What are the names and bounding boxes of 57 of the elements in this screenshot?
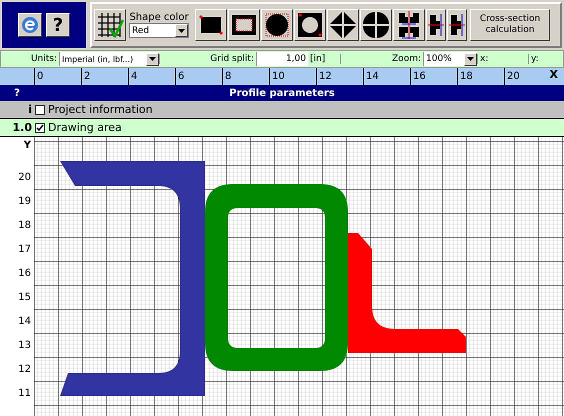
shape-color-label: Shape color (129, 12, 189, 23)
units-label: Units: (30, 54, 58, 64)
zoom-label: Zoom: (391, 54, 422, 64)
dropdown-arrow-icon (467, 57, 474, 61)
header-help-button[interactable]: ? (0, 88, 34, 98)
filled-circle-icon (265, 13, 289, 37)
panel-title: Profile parameters (228, 88, 336, 98)
section-index: i (27, 103, 32, 116)
circle-quadrants-icon (362, 11, 390, 39)
grid-unit-label: [in] (308, 54, 341, 64)
mirror-horizontal-button[interactable] (393, 9, 425, 41)
section-index: 1.0 (12, 121, 32, 134)
units-dropdown[interactable]: Imperial (in, lbf...) (59, 52, 159, 66)
cross-section-calculation-button[interactable]: Cross-section calculation (470, 9, 550, 41)
y-axis-title: Y (24, 138, 32, 152)
hollow-circle-tool-button[interactable] (294, 9, 326, 41)
y-axis-label: 13 (18, 338, 32, 352)
y-axis-label: 15 (18, 290, 32, 304)
dropdown-arrow-icon (178, 28, 185, 32)
mirror-vertical-button[interactable] (426, 9, 446, 41)
filled-rectangle-icon (199, 15, 223, 35)
rectangle-tool-button[interactable] (195, 9, 227, 41)
zoom-dropdown[interactable]: 100% (423, 52, 477, 66)
grid-button[interactable] (94, 9, 126, 41)
triangles-tool-button[interactable] (327, 9, 359, 41)
grid-split-field[interactable]: 1,00 (256, 52, 308, 66)
mirror-horizontal-icon (396, 11, 422, 39)
y-axis-label: 20 (18, 170, 32, 184)
globe-e-icon (21, 16, 39, 34)
y-axis-label: 18 (18, 218, 32, 232)
drawing-grid[interactable] (34, 137, 564, 416)
y-axis-label: 12 (18, 362, 32, 376)
shape-color-dropdown[interactable]: Red (129, 23, 189, 38)
y-coordinate-label: y: (528, 54, 563, 64)
triangles-icon (329, 11, 357, 39)
mirror-vertical-icon (449, 11, 465, 39)
section-checkbox[interactable] (35, 104, 45, 114)
y-axis-label: 17 (18, 242, 32, 256)
y-axis-label: 11 (18, 386, 32, 400)
mirror-vertical-icon (428, 11, 444, 39)
hollow-rectangle-tool-button[interactable] (228, 9, 260, 41)
hollow-rectangle-icon (231, 14, 257, 36)
y-axis-label: 19 (18, 194, 32, 208)
help-button[interactable]: ? (46, 13, 70, 37)
circle-tool-button[interactable] (261, 9, 293, 41)
grid-check-icon (96, 11, 124, 39)
section-label: Project information (48, 103, 153, 116)
dropdown-arrow-icon (149, 57, 156, 61)
quadrants-tool-button[interactable] (360, 9, 392, 41)
browser-button[interactable] (18, 13, 42, 37)
mirror-vertical-button[interactable] (447, 9, 467, 41)
x-coordinate-label: x: (477, 54, 528, 64)
close-button[interactable]: X (550, 68, 558, 81)
y-axis-label: 14 (18, 314, 32, 328)
y-axis-label: 16 (18, 266, 32, 280)
section-checkbox[interactable] (35, 122, 45, 132)
section-label: Drawing area (48, 121, 122, 134)
